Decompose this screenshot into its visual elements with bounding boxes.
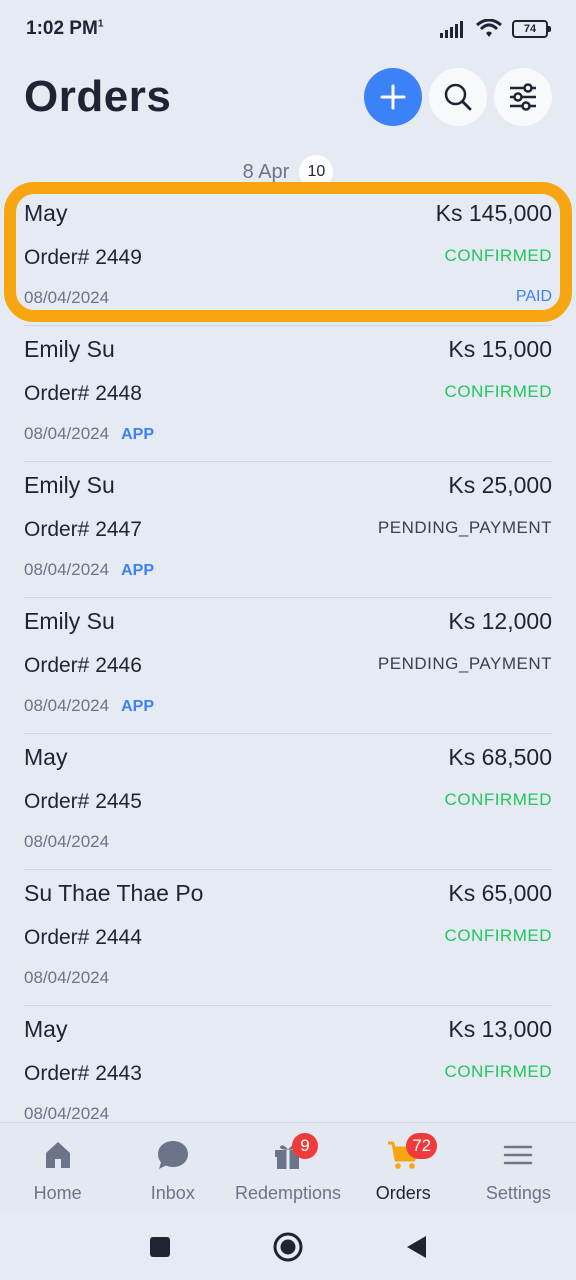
customer-name: May xyxy=(24,1016,68,1042)
order-date-line: 08/04/2024 APP xyxy=(24,696,154,716)
orders-list: May Ks 145,000 Order# 2449 CONFIRMED 08/… xyxy=(0,190,576,1142)
order-status: CONFIRMED xyxy=(444,1062,552,1081)
order-amount: Ks 65,000 xyxy=(448,880,552,906)
nav-label: Home xyxy=(33,1183,82,1203)
order-amount: Ks 12,000 xyxy=(448,608,552,634)
search-button[interactable] xyxy=(429,68,487,126)
order-number: Order# 2443 xyxy=(24,1062,142,1085)
recent-apps-icon[interactable] xyxy=(148,1235,172,1259)
nav-icon-wrap xyxy=(42,1137,74,1173)
nav-item-inbox[interactable]: Inbox xyxy=(115,1123,230,1214)
nav-label: Orders xyxy=(375,1183,431,1203)
order-row[interactable]: May Ks 145,000 Order# 2449 CONFIRMED 08/… xyxy=(24,190,552,326)
customer-name: May xyxy=(24,744,68,770)
order-number: Order# 2444 xyxy=(24,926,142,949)
date-separator-count: 10 xyxy=(299,155,334,189)
nav-item-home[interactable]: Home xyxy=(0,1123,115,1214)
home-circle-icon[interactable] xyxy=(272,1231,304,1263)
order-source: APP xyxy=(121,426,154,443)
nav-item-orders[interactable]: 72 Orders xyxy=(346,1123,461,1214)
order-number: Order# 2447 xyxy=(24,518,142,541)
sliders-icon xyxy=(510,83,536,111)
nav-icon-wrap: 9 xyxy=(272,1133,318,1173)
nav-icon-wrap: 72 xyxy=(386,1133,438,1173)
order-source: APP xyxy=(121,698,154,715)
order-date: 08/04/2024 xyxy=(24,424,110,443)
order-amount: Ks 68,500 xyxy=(448,744,552,770)
order-date: 08/04/2024 xyxy=(24,288,110,307)
menu-icon xyxy=(504,1145,533,1165)
order-amount: Ks 15,000 xyxy=(448,336,552,362)
battery-icon: 74 xyxy=(512,20,551,38)
order-status: PENDING_PAYMENT xyxy=(377,518,552,537)
order-status: CONFIRMED xyxy=(444,926,552,945)
order-row[interactable]: Emily Su Ks 15,000 Order# 2448 CONFIRMED… xyxy=(24,326,552,462)
redemptions-badge: 9 xyxy=(292,1133,318,1159)
date-separator-label: 8 Apr xyxy=(242,160,290,183)
order-number: Order# 2448 xyxy=(24,382,142,405)
wifi-icon xyxy=(476,19,502,37)
order-source: APP xyxy=(121,562,154,579)
nav-item-settings[interactable]: Settings xyxy=(461,1123,576,1214)
order-amount: Ks 145,000 xyxy=(435,200,552,226)
order-date: 08/04/2024 xyxy=(24,696,110,715)
order-status: PENDING_PAYMENT xyxy=(377,654,552,673)
header: Orders xyxy=(0,62,576,132)
order-row[interactable]: May Ks 68,500 Order# 2445 CONFIRMED 08/0… xyxy=(24,734,552,870)
battery-level: 74 xyxy=(523,23,537,35)
order-number: Order# 2446 xyxy=(24,654,142,677)
order-amount: Ks 13,000 xyxy=(448,1016,552,1042)
order-date-line: 08/04/2024 APP xyxy=(24,560,154,580)
order-status: CONFIRMED xyxy=(444,790,552,809)
nav-icon-wrap xyxy=(503,1137,533,1173)
chat-icon xyxy=(157,1141,188,1169)
system-nav xyxy=(0,1214,576,1280)
status-time: 1:02 PM1 xyxy=(26,18,103,40)
status-bar: 1:02 PM1 74 xyxy=(0,0,576,58)
order-status: CONFIRMED xyxy=(444,382,552,401)
customer-name: Emily Su xyxy=(24,336,115,362)
nav-label: Settings xyxy=(485,1183,551,1203)
customer-name: Emily Su xyxy=(24,472,115,498)
order-status: CONFIRMED xyxy=(444,246,552,265)
back-icon[interactable] xyxy=(404,1234,428,1260)
nav-icon-wrap xyxy=(156,1137,190,1173)
status-icons: 74 xyxy=(440,19,551,39)
add-order-button[interactable] xyxy=(364,68,422,126)
status-time-sup: 1 xyxy=(97,18,104,30)
order-row[interactable]: Emily Su Ks 25,000 Order# 2447 PENDING_P… xyxy=(24,462,552,598)
order-row[interactable]: Emily Su Ks 12,000 Order# 2446 PENDING_P… xyxy=(24,598,552,734)
order-number: Order# 2445 xyxy=(24,790,142,813)
customer-name: May xyxy=(24,200,68,226)
nav-label: Redemptions xyxy=(234,1183,342,1203)
plus-icon xyxy=(380,84,406,110)
signal-icon xyxy=(440,21,463,38)
order-date: 08/04/2024 xyxy=(24,832,110,851)
order-date: 08/04/2024 xyxy=(24,560,110,579)
date-separator: 8 Apr 10 xyxy=(0,154,576,190)
order-number: Order# 2449 xyxy=(24,246,142,269)
search-icon xyxy=(444,83,472,111)
customer-name: Su Thae Thae Po xyxy=(24,880,204,906)
order-row[interactable]: Su Thae Thae Po Ks 65,000 Order# 2444 CO… xyxy=(24,870,552,1006)
order-date: 08/04/2024 xyxy=(24,968,110,987)
home-icon xyxy=(45,1142,70,1168)
order-date-line: 08/04/2024 APP xyxy=(24,424,154,444)
status-time-text: 1:02 PM xyxy=(26,18,98,39)
page-title: Orders xyxy=(24,72,172,121)
nav-item-redemptions[interactable]: 9 Redemptions xyxy=(230,1123,345,1214)
customer-name: Emily Su xyxy=(24,608,115,634)
bottom-nav: Home Inbox 9 Redemptions 72 Orders Setti… xyxy=(0,1122,576,1214)
order-date: 08/04/2024 xyxy=(24,1104,110,1123)
header-actions xyxy=(364,68,552,126)
order-amount: Ks 25,000 xyxy=(448,472,552,498)
orders-badge: 72 xyxy=(406,1133,438,1159)
payment-status: PAID xyxy=(515,288,552,305)
filter-button[interactable] xyxy=(494,68,552,126)
nav-label: Inbox xyxy=(150,1183,195,1203)
